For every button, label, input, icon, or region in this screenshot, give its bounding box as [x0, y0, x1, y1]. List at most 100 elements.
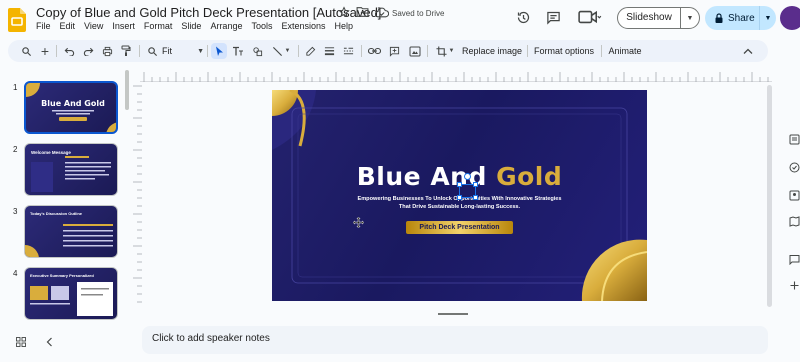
border-weight-icon[interactable]: [323, 43, 335, 59]
menu-extensions[interactable]: Extensions: [281, 21, 325, 31]
add-comment-icon[interactable]: [388, 43, 400, 59]
pitch-deck-pill[interactable]: Pitch Deck Presentation: [406, 221, 513, 234]
move-folder-icon[interactable]: [356, 6, 369, 18]
slideshow-button[interactable]: Slideshow ▼: [617, 7, 700, 29]
slides-logo-icon[interactable]: [8, 8, 26, 32]
animate-label: Animate: [608, 46, 642, 56]
animate-button[interactable]: Animate: [607, 43, 643, 59]
slide-number: 1: [13, 83, 18, 92]
border-color-icon[interactable]: [304, 43, 316, 59]
share-dropdown-icon[interactable]: ▼: [760, 15, 776, 22]
thumb-title: Blue And Gold: [41, 99, 105, 108]
thumb-title: Welcome Message: [31, 150, 71, 155]
menu-bar: File Edit View Insert Format Slide Arran…: [36, 21, 353, 31]
comments-icon[interactable]: [544, 8, 562, 26]
slide-thumbnail-2[interactable]: Welcome Message: [24, 143, 118, 196]
redo-icon[interactable]: [82, 43, 94, 59]
document-title[interactable]: Copy of Blue and Gold Pitch Deck Present…: [36, 5, 381, 20]
gold-corner-bottom-right: [581, 239, 647, 301]
toolbar-divider: [298, 45, 299, 57]
grid-view-icon[interactable]: [16, 337, 26, 347]
menu-tools[interactable]: Tools: [251, 21, 272, 31]
toolbar-divider: [527, 45, 528, 57]
add-on-icon[interactable]: [789, 280, 800, 291]
resize-handle[interactable]: [473, 182, 478, 187]
rotate-handle[interactable]: [464, 173, 471, 180]
slide-number: 4: [13, 269, 18, 278]
slide-thumbnail-3[interactable]: Today's Discussion Outline: [24, 205, 118, 258]
slide-thumbnail-4[interactable]: Executive Summary Personalized: [24, 267, 118, 320]
menu-insert[interactable]: Insert: [112, 21, 135, 31]
slide-thumbnail-1[interactable]: Blue And Gold: [24, 81, 118, 134]
zoom-dropdown-icon: ▼: [197, 47, 204, 55]
thumb-title: Executive Summary Personalized: [30, 273, 94, 278]
zoom-icon[interactable]: [146, 43, 158, 59]
search-menus-icon[interactable]: [20, 43, 32, 59]
share-button[interactable]: Share ▼: [705, 6, 776, 30]
meet-video-icon[interactable]: [577, 8, 603, 26]
slide-1[interactable]: Blue And Gold Empowering Businesses To U…: [272, 90, 647, 301]
speaker-notes-placeholder[interactable]: Click to add speaker notes: [152, 333, 270, 344]
title-gold-part: Gold: [496, 162, 563, 191]
text-box-icon[interactable]: [232, 43, 244, 59]
format-options-button[interactable]: Format options: [532, 43, 596, 59]
toolbar-divider: [601, 45, 602, 57]
new-slide-icon[interactable]: +: [39, 43, 51, 59]
title-icons: [338, 6, 389, 18]
slideshow-label: Slideshow: [618, 8, 681, 28]
filmstrip-scrollbar[interactable]: [125, 70, 129, 110]
slide-number: 2: [13, 145, 18, 154]
menu-help[interactable]: Help: [335, 21, 354, 31]
keep-icon[interactable]: [789, 134, 800, 145]
toolbar-divider: [427, 45, 428, 57]
replace-image-label: Replace image: [461, 46, 523, 56]
share-label: Share: [728, 12, 755, 24]
crop-icon[interactable]: ▼: [434, 43, 456, 59]
notes-resize-handle[interactable]: [438, 313, 468, 315]
image-insert-icon[interactable]: [251, 43, 263, 59]
menu-format[interactable]: Format: [144, 21, 173, 31]
print-icon[interactable]: [101, 43, 113, 59]
filmstrip: 1 Blue And Gold 2 Welcome Message 3 Toda…: [0, 66, 130, 336]
resize-handle[interactable]: [457, 182, 462, 187]
account-avatar[interactable]: [780, 6, 800, 30]
horizontal-ruler[interactable]: [140, 68, 772, 82]
replace-image-button[interactable]: Replace image: [460, 43, 524, 59]
menu-edit[interactable]: Edit: [60, 21, 76, 31]
insert-link-icon[interactable]: [367, 43, 381, 59]
resize-handle[interactable]: [473, 195, 478, 200]
menu-view[interactable]: View: [84, 21, 103, 31]
alt-text-icon[interactable]: [408, 43, 421, 59]
line-tool-icon[interactable]: ▼: [270, 43, 292, 59]
resize-handle[interactable]: [457, 195, 462, 200]
zoom-value: Fit: [162, 46, 172, 56]
chat-icon[interactable]: [789, 254, 800, 265]
tasks-icon[interactable]: [789, 162, 800, 173]
slideshow-dropdown-icon[interactable]: ▼: [681, 15, 699, 22]
slide-number: 3: [13, 207, 18, 216]
contacts-icon[interactable]: [789, 190, 800, 201]
select-tool-icon[interactable]: [211, 43, 227, 59]
format-options-label: Format options: [533, 46, 595, 56]
paint-format-icon[interactable]: [120, 43, 132, 59]
selected-image-frame[interactable]: [457, 173, 478, 200]
star-icon[interactable]: [338, 6, 350, 18]
canvas-scrollbar[interactable]: [767, 85, 772, 307]
menu-slide[interactable]: Slide: [181, 21, 201, 31]
cloud-saved-icon[interactable]: [375, 7, 389, 18]
collapse-filmstrip-icon[interactable]: [46, 337, 53, 347]
collapse-toolbar-icon[interactable]: [741, 43, 755, 59]
undo-icon[interactable]: [63, 43, 75, 59]
share-main[interactable]: Share: [705, 6, 760, 30]
move-cursor-icon: [352, 216, 365, 229]
vertical-ruler[interactable]: [130, 82, 142, 310]
maps-icon[interactable]: [789, 216, 800, 227]
menu-file[interactable]: File: [36, 21, 51, 31]
version-history-icon[interactable]: [514, 8, 532, 26]
thumb-title: Today's Discussion Outline: [30, 211, 83, 216]
border-dash-icon[interactable]: [342, 43, 354, 59]
zoom-select[interactable]: Fit ▼: [162, 43, 204, 59]
toolbar-divider: [207, 45, 208, 57]
menu-arrange[interactable]: Arrange: [210, 21, 242, 31]
lock-icon: [714, 12, 724, 24]
